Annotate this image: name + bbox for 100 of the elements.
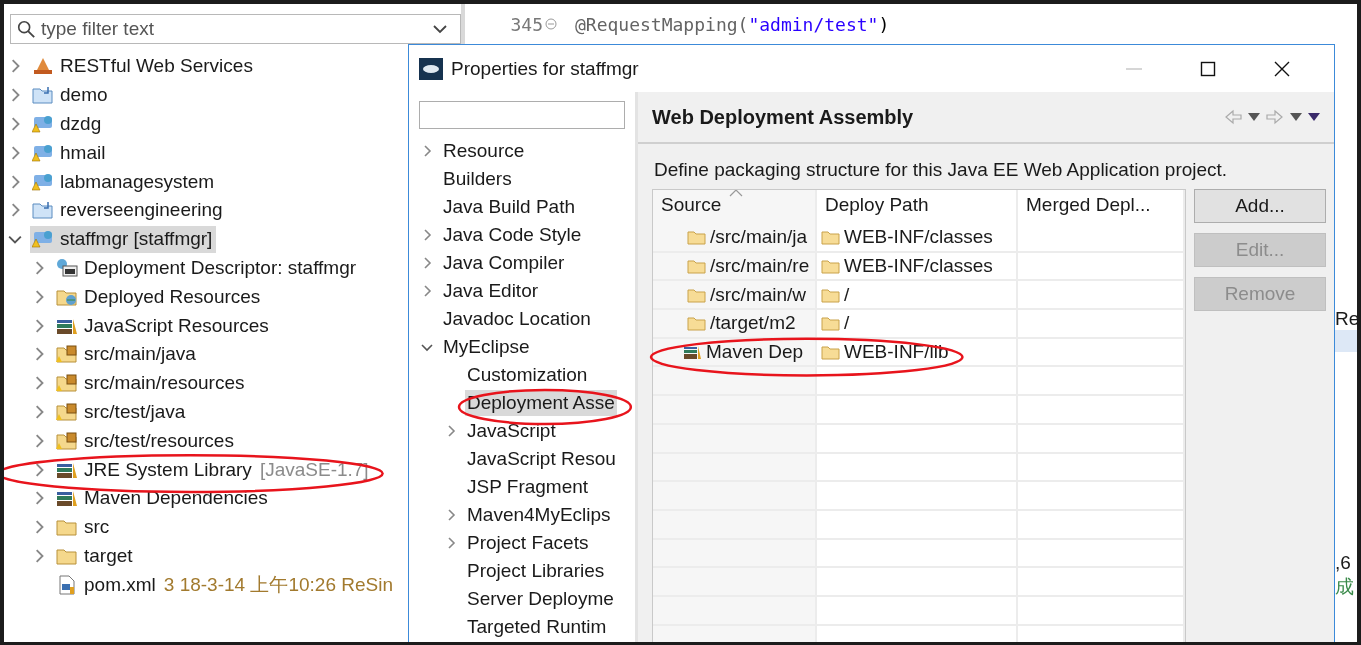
tree-item[interactable]: JRE System Library xyxy=(54,456,256,484)
table-cell: /src/main/re xyxy=(710,255,810,278)
tree-item[interactable]: JavaScript Resources xyxy=(54,312,273,340)
console-text: ,6 xyxy=(1335,552,1352,575)
project-icon xyxy=(32,229,54,250)
chevron-right-icon[interactable] xyxy=(421,229,433,241)
tree-item[interactable]: Maven Dependencies xyxy=(54,484,272,512)
folder-icon xyxy=(821,229,840,246)
nav-item[interactable]: MyEclipse xyxy=(441,334,532,360)
nav-item[interactable]: JavaScript xyxy=(465,418,558,444)
column-header[interactable]: Source xyxy=(653,190,817,224)
description-text: Define packaging structure for this Java EE Web Application project. xyxy=(653,158,1229,182)
tree-item[interactable]: reverseengineering xyxy=(30,196,227,224)
folder-icon xyxy=(821,344,840,361)
action-button[interactable]: Add... xyxy=(1194,189,1326,223)
tree-item[interactable]: RESTful Web Services xyxy=(30,52,257,80)
package-folder-icon xyxy=(56,344,78,365)
tree-item[interactable]: staffmgr [staffmgr] xyxy=(30,225,217,253)
column-header[interactable]: Deploy Path xyxy=(817,190,1018,224)
page-title: Web Deployment Assembly xyxy=(652,105,915,129)
tree-item[interactable]: Deployment Descriptor: staffmgr xyxy=(54,254,361,282)
nav-item[interactable]: Project Facets xyxy=(465,530,591,556)
back-arrow-icon[interactable] xyxy=(1224,109,1242,125)
tree-item[interactable]: labmanagesystem xyxy=(30,168,219,196)
project-icon xyxy=(32,171,54,192)
nav-item[interactable]: JavaScript Resou xyxy=(465,446,618,472)
tree-item[interactable]: demo xyxy=(30,81,112,109)
folder-icon xyxy=(687,258,706,275)
app-logo-icon xyxy=(419,57,443,80)
tree-item[interactable]: hmail xyxy=(30,139,110,167)
books-icon xyxy=(683,344,702,361)
nav-item[interactable]: Java Code Style xyxy=(441,222,584,248)
nav-item[interactable]: Java Build Path xyxy=(441,194,578,220)
file-icon xyxy=(56,574,78,595)
folder-icon xyxy=(687,286,706,303)
tree-item[interactable]: src/test/java xyxy=(54,398,190,426)
nav-item[interactable]: Targeted Runtim xyxy=(465,614,609,640)
forward-arrow-icon[interactable] xyxy=(1266,109,1284,125)
chevron-right-icon[interactable] xyxy=(421,145,433,157)
search-field[interactable] xyxy=(419,101,625,129)
close-icon xyxy=(1274,60,1290,77)
folder-icon xyxy=(56,517,78,538)
tree-item[interactable]: src/main/java xyxy=(54,340,200,368)
nav-item[interactable]: Server Deployme xyxy=(465,586,616,612)
folder-icon xyxy=(32,200,54,221)
nav-item[interactable]: JSP Fragment xyxy=(465,474,591,500)
nav-item[interactable]: Project Libraries xyxy=(465,558,607,584)
menu-icon[interactable] xyxy=(1308,113,1320,121)
console-text: 成 xyxy=(1335,576,1355,599)
nav-item[interactable]: Deployment Asse xyxy=(465,390,617,416)
chevron-right-icon[interactable] xyxy=(445,509,457,521)
package-folder-icon xyxy=(56,430,78,451)
tree-item[interactable]: pom.xml xyxy=(54,571,160,599)
table-cell: Maven Dep xyxy=(706,341,804,364)
chevron-right-icon[interactable] xyxy=(445,537,457,549)
table-cell: WEB-INF/classes xyxy=(844,255,993,278)
nav-item[interactable]: Builders xyxy=(441,166,514,192)
nav-item[interactable]: Javadoc Location xyxy=(441,306,593,332)
table-cell: WEB-INF/classes xyxy=(844,226,993,249)
chevron-down-icon[interactable] xyxy=(421,341,433,353)
code-line: @RequestMapping("admin/test") xyxy=(574,13,890,35)
column-header[interactable]: Merged Depl... xyxy=(1018,190,1185,224)
project-icon xyxy=(32,142,54,163)
table-cell: WEB-INF/lib xyxy=(844,341,949,364)
tree-item[interactable]: target xyxy=(54,542,137,570)
dropdown-arrow-icon[interactable] xyxy=(1290,113,1302,121)
nav-item[interactable]: Resource xyxy=(441,138,527,164)
chevron-right-icon[interactable] xyxy=(421,257,433,269)
chevron-right-icon[interactable] xyxy=(445,425,457,437)
tree-item[interactable]: Deployed Resources xyxy=(54,283,265,311)
tree-item[interactable]: src/test/resources xyxy=(54,427,238,455)
chevron-right-icon[interactable] xyxy=(421,285,433,297)
folder-icon xyxy=(821,286,840,303)
search-icon xyxy=(15,19,37,39)
nav-item[interactable]: Java Editor xyxy=(441,278,541,304)
decoration-text: [JavaSE-1.7] xyxy=(259,458,369,481)
table-cell: /src/main/w xyxy=(710,283,807,306)
tree-item[interactable]: src xyxy=(54,513,114,541)
tree-item[interactable]: dzdg xyxy=(30,110,106,138)
bell-icon xyxy=(32,56,54,77)
fold-icon[interactable] xyxy=(545,18,557,30)
folder-icon xyxy=(687,229,706,246)
line-number: 345 xyxy=(509,13,543,35)
table-cell: / xyxy=(844,283,850,306)
table-cell: /target/m2 xyxy=(710,312,796,335)
tree-item[interactable]: src/main/resources xyxy=(54,369,249,397)
filter-field[interactable]: type filter text xyxy=(10,14,461,44)
table-cell: /src/main/ja xyxy=(710,226,808,249)
nav-item[interactable]: Maven4MyEclips xyxy=(465,502,613,528)
package-folder-icon xyxy=(56,373,78,394)
dropdown-arrow-icon[interactable] xyxy=(1248,113,1260,121)
nav-item[interactable]: Customization xyxy=(465,362,590,388)
globe-icon xyxy=(56,257,78,278)
nav-item[interactable]: Java Compiler xyxy=(441,250,567,276)
folder-icon xyxy=(821,315,840,332)
table-cell: / xyxy=(844,312,850,335)
window-title: Properties for staffmgr xyxy=(451,57,640,80)
project-icon xyxy=(32,114,54,134)
maximize-icon xyxy=(1200,60,1216,77)
minimize-icon xyxy=(1126,67,1142,70)
